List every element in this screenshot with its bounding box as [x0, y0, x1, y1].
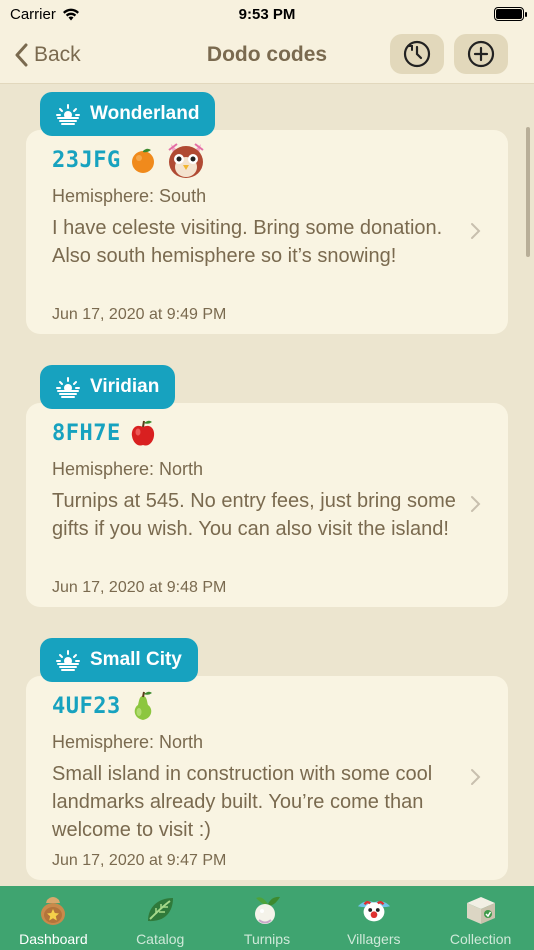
turnip-icon — [249, 893, 285, 927]
island-name: Viridian — [90, 376, 160, 397]
tab-label: Turnips — [243, 931, 291, 947]
code-row: 23JFG — [52, 140, 207, 180]
history-button[interactable] — [390, 34, 444, 74]
chevron-right-icon[interactable] — [470, 768, 482, 786]
villager-icon — [356, 893, 392, 927]
description: Turnips at 545. No entry fees, just brin… — [52, 490, 456, 540]
orange-icon — [131, 148, 154, 173]
dodo-card[interactable]: 8FH7E Hemisphere: North Turnips at 545. … — [26, 403, 508, 607]
plus-circle-icon — [467, 40, 495, 68]
island-tag: Viridian — [40, 365, 176, 409]
tab-label: Dashboard — [19, 931, 88, 947]
code-row: 4UF23 — [52, 686, 157, 726]
dodo-code-list[interactable]: Wonderland 23JFG Hemisphere: South I hav… — [0, 85, 534, 886]
tab-bar: Dashboard Catalog Turnips Villagers Coll… — [0, 886, 534, 950]
apple-icon — [131, 420, 154, 446]
dodo-card[interactable]: 23JFG Hemisphere: South I have celeste v… — [26, 130, 508, 334]
timestamp: Jun 17, 2020 at 9:47 PM — [52, 852, 227, 869]
chevron-right-icon[interactable] — [470, 495, 482, 513]
leaf-icon — [142, 893, 178, 927]
dodo-card[interactable]: 4UF23 Hemisphere: North Small island in … — [26, 676, 508, 880]
box-icon — [463, 893, 499, 927]
navigation-bar: Back Dodo codes — [0, 28, 534, 84]
code-row: 8FH7E — [52, 413, 157, 453]
sunrise-icon — [56, 650, 80, 671]
scrollbar[interactable] — [526, 127, 530, 257]
dodo-code: 8FH7E — [52, 420, 121, 446]
island-tag: Wonderland — [40, 92, 216, 136]
tab-label: Collection — [449, 931, 512, 947]
description: I have celeste visiting. Bring some dona… — [52, 217, 443, 267]
sunrise-icon — [56, 377, 80, 398]
hemisphere-label: Hemisphere: South — [52, 186, 207, 206]
pear-icon — [134, 691, 152, 720]
chevron-right-icon[interactable] — [470, 222, 482, 240]
celeste-owl-icon — [168, 143, 204, 178]
hemisphere-label: Hemisphere: North — [52, 732, 204, 752]
history-icon — [403, 40, 431, 68]
tab-label: Villagers — [347, 931, 401, 947]
tab-collection[interactable]: Collection — [427, 886, 534, 950]
tab-label: Catalog — [136, 931, 185, 947]
tab-turnips[interactable]: Turnips — [214, 886, 321, 950]
status-time: 9:53 PM — [238, 5, 296, 23]
hemisphere-label: Hemisphere: North — [52, 459, 204, 479]
timestamp: Jun 17, 2020 at 9:49 PM — [52, 306, 227, 323]
add-button[interactable] — [454, 34, 508, 74]
dodo-code: 4UF23 — [52, 693, 121, 719]
status-left: Carrier — [10, 6, 80, 23]
island-name: Wonderland — [90, 103, 200, 124]
tab-villagers[interactable]: Villagers — [320, 886, 427, 950]
sunrise-icon — [56, 104, 80, 125]
battery-icon — [494, 7, 527, 21]
description: Small island in construction with some c… — [52, 763, 433, 841]
tab-catalog[interactable]: Catalog — [107, 886, 214, 950]
bag-icon — [35, 893, 71, 927]
status-bar: Carrier 9:53 PM — [0, 0, 534, 28]
island-name: Small City — [90, 649, 182, 670]
island-tag: Small City — [40, 638, 198, 682]
wifi-icon — [62, 8, 79, 20]
carrier-label: Carrier — [10, 5, 56, 23]
dodo-code: 23JFG — [52, 147, 121, 173]
tab-dashboard[interactable]: Dashboard — [0, 886, 107, 950]
timestamp: Jun 17, 2020 at 9:48 PM — [52, 579, 227, 596]
